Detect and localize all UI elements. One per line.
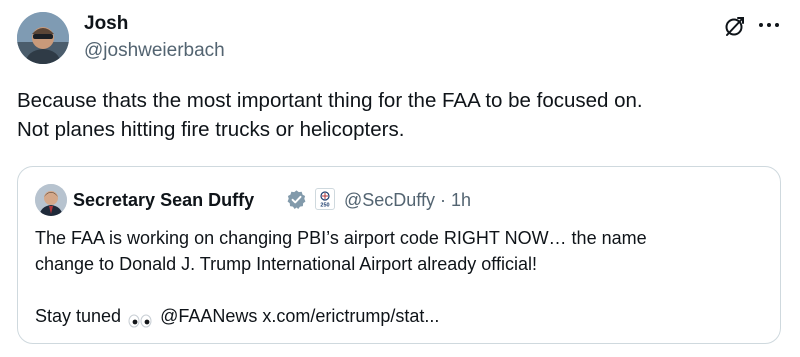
quoted-text-blank-line [35, 277, 765, 303]
badge-text: 250 [320, 203, 329, 209]
quoted-text-line: change to Donald J. Trump International … [35, 254, 537, 274]
tweet-text: Because thats the most important thing f… [17, 86, 787, 144]
tweet-text-line: Because thats the most important thing f… [17, 89, 643, 112]
quoted-author-handle-time[interactable]: @SecDuffy · 1h [344, 188, 471, 212]
tweet-text-line: Not planes hitting fire trucks or helico… [17, 118, 405, 141]
quoted-author-name[interactable]: Secretary Sean Duffy [73, 188, 254, 212]
stay-tuned-text: Stay tuned [35, 306, 122, 326]
verified-icon [286, 189, 307, 210]
author-name[interactable]: Josh [84, 12, 128, 36]
grok-icon[interactable] [723, 14, 747, 38]
quoted-author-avatar[interactable] [35, 184, 67, 216]
affiliation-badge-icon[interactable]: 250 [315, 188, 335, 210]
quoted-text-line: Stay tuned @FAANews x.com/erictrump/stat… [35, 303, 765, 329]
eyes-icon [128, 309, 152, 328]
quoted-text-line: The FAA is working on changing PBI’s air… [35, 228, 647, 248]
more-icon[interactable] [756, 14, 782, 36]
mention-and-link-text[interactable]: @FAANews x.com/erictrump/stat... [160, 303, 439, 329]
quoted-tweet-card[interactable]: Secretary Sean Duffy 250 @SecDuffy · 1h … [17, 166, 781, 344]
author-handle[interactable]: @joshweierbach [84, 39, 225, 63]
author-avatar[interactable] [17, 12, 69, 64]
quoted-tweet-text: The FAA is working on changing PBI’s air… [35, 225, 765, 329]
